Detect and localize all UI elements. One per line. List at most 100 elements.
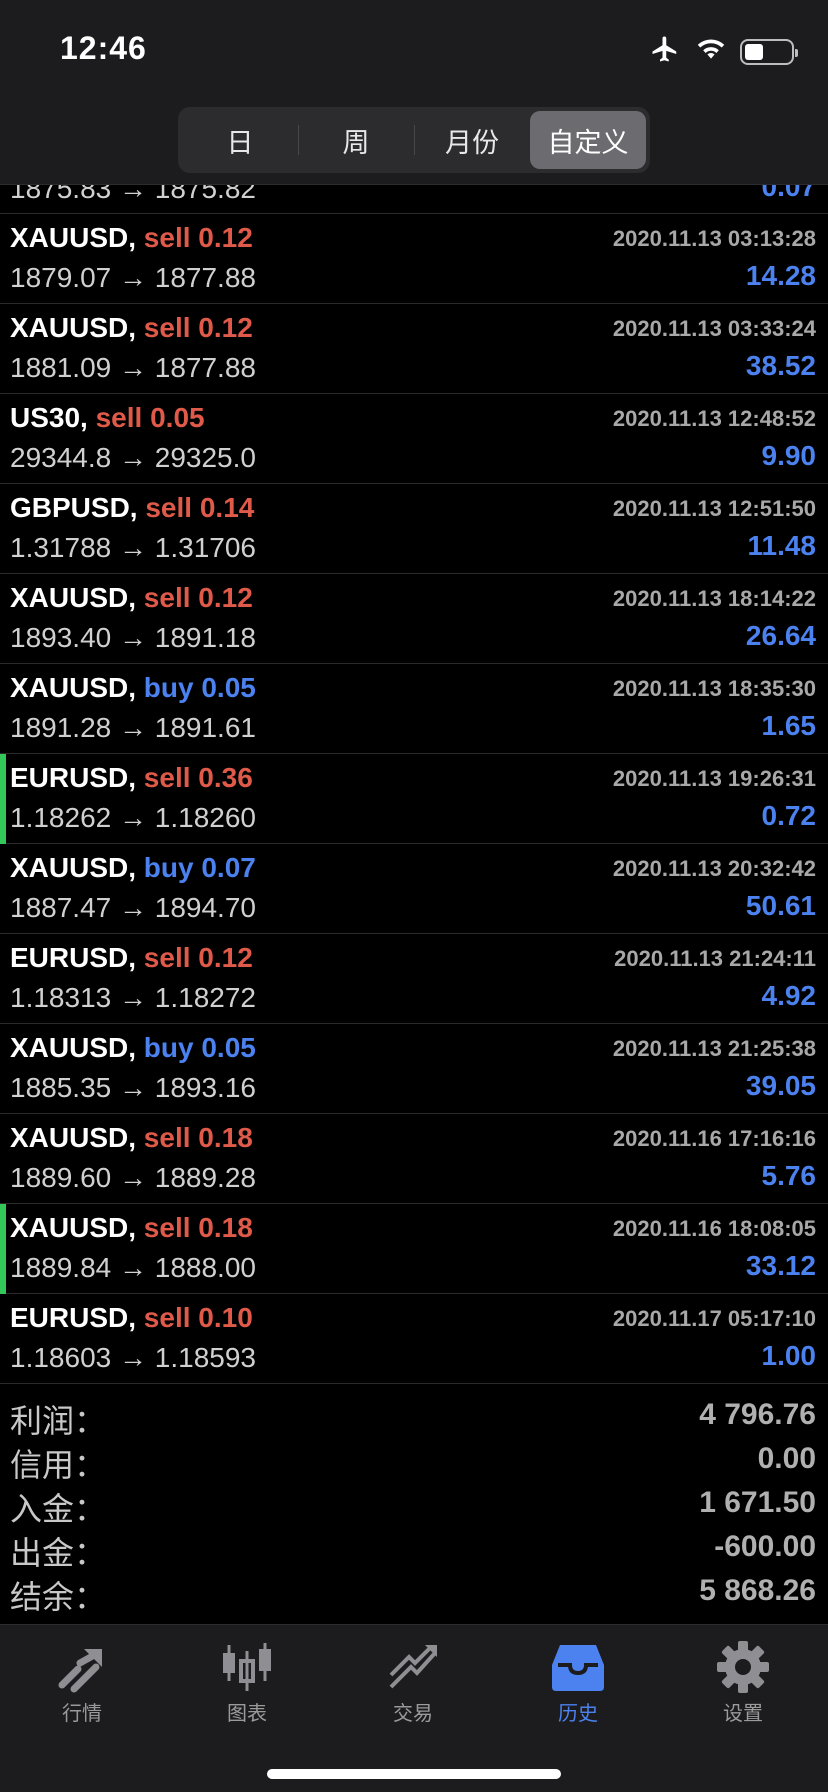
account-summary: 利润： 4 796.76 信用： 0.00 入金： 1 671.50 出金： -600.00 结… [0,1392,828,1615]
trade-symbol: XAUUSD, [10,672,137,703]
trade-prices: 29344.8 → 29325.0 [10,442,256,473]
trade-side: sell [143,222,191,253]
trade-title: XAUUSD, buy 0.05 [10,1032,256,1064]
trade-title: XAUUSD, sell 0.12 [10,582,253,614]
trade-profit: 50.61 [745,890,816,921]
summary-row: 信用： 0.00 [0,1436,828,1483]
trade-symbol: XAUUSD, [10,1212,137,1243]
trade-volume: 0.12 [198,222,253,253]
trade-side: sell [143,1122,191,1153]
trade-symbol: XAUUSD, [10,1122,137,1153]
trade-title: XAUUSD, buy 0.07 [10,852,256,884]
trade-profit: 0.72 [761,800,817,831]
trade-side: sell [95,402,143,433]
trade-datetime: 2020.11.13 19:26:31 [612,766,816,791]
trade-title: EURUSD, sell 0.10 [10,1302,253,1334]
trade-datetime: 2020.11.16 17:16:16 [612,1126,816,1151]
period-segment[interactable]: 月份 [414,111,530,169]
trade-profit: 39.05 [745,1070,816,1101]
trade-row[interactable]: XAUUSD, sell 0.18 2020.11.16 18:08:05 1889… [0,1204,828,1294]
trade-datetime: 2020.11.16 18:08:05 [612,1216,816,1241]
tab-label: 设置 [723,1703,763,1725]
trade-title: US30, sell 0.05 [10,402,205,434]
period-segment[interactable]: 日 [182,111,298,169]
trade-row[interactable]: XAUUSD, buy 0.05 2020.11.13 21:25:38 1885.… [0,1024,828,1114]
trade-symbol: XAUUSD, [10,582,137,613]
trade-symbol: EURUSD, [10,1302,137,1333]
trade-volume: 0.12 [198,312,253,343]
trade-symbol: EURUSD, [10,942,137,973]
tab-bar: 行情 图表 交易 历史 设置 [0,1624,828,1792]
trade-volume: 0.10 [198,1302,253,1333]
status-time: 12:46 [60,30,147,66]
period-segment[interactable]: 自定义 [530,111,646,169]
airplane-icon [648,34,682,69]
tab-label: 交易 [393,1703,433,1725]
trade-symbol: XAUUSD, [10,1032,137,1063]
period-segment[interactable]: 周 [298,111,414,169]
trade-profit: 1.65 [761,710,817,741]
trade-side: sell [143,762,191,793]
trade-row[interactable]: GBPUSD, sell 0.14 2020.11.13 12:51:50 1.31… [0,484,828,574]
trade-prices: 1889.84 → 1888.00 [10,1252,256,1283]
summary-value: 1 671.50 [699,1486,816,1519]
summary-value: 0.00 [757,1442,816,1475]
tab-trade[interactable]: 交易 [353,1641,473,1726]
trade-prices: 1.18262 → 1.18260 [10,802,256,833]
trade-prices: 1.18313 → 1.18272 [10,982,256,1013]
trade-list[interactable]: 1875.83 → 1875.82 0.07 XAUUSD, sell 0.12 20… [0,143,828,1384]
home-indicator[interactable] [267,1769,561,1779]
tab-quotes[interactable]: 行情 [22,1641,142,1726]
trade-profit: 33.12 [745,1250,816,1281]
trade-side: sell [143,942,191,973]
trade-row[interactable]: XAUUSD, sell 0.12 2020.11.13 03:33:24 1881… [0,304,828,394]
trade-title: XAUUSD, sell 0.12 [10,312,253,344]
trade-datetime: 2020.11.17 05:17:10 [612,1306,816,1331]
tab-chart[interactable]: 图表 [187,1641,307,1726]
trade-volume: 0.12 [198,582,253,613]
trade-marker [0,754,6,844]
trade-row[interactable]: EURUSD, sell 0.36 2020.11.13 19:26:31 1.18… [0,754,828,844]
trade-title: GBPUSD, sell 0.14 [10,492,254,524]
summary-row: 结余： 5 868.26 [0,1568,828,1615]
trade-profit: 9.90 [761,440,817,471]
status-icons [648,34,798,69]
trade-row[interactable]: EURUSD, sell 0.12 2020.11.13 21:24:11 1.18… [0,934,828,1024]
trade-row[interactable]: XAUUSD, sell 0.18 2020.11.16 17:16:16 1889… [0,1114,828,1204]
trade-datetime: 2020.11.13 21:24:11 [614,946,816,971]
trade-prices: 1893.40 → 1891.18 [10,622,256,653]
wifi-icon [696,37,726,66]
header: 12:46 日周月份 自定义 [0,0,828,185]
history-icon [552,1645,604,1691]
summary-row: 利润： 4 796.76 [0,1392,828,1439]
trade-volume: 0.05 [150,402,205,433]
trade-volume: 0.18 [198,1212,253,1243]
trade-profit: 26.64 [745,620,816,651]
tab-history[interactable]: 历史 [518,1641,638,1726]
period-selector[interactable]: 日周月份 自定义 [178,107,650,173]
trade-datetime: 2020.11.13 18:14:22 [612,586,816,611]
trade-title: EURUSD, sell 0.36 [10,762,253,794]
trade-title: XAUUSD, sell 0.12 [10,222,253,254]
summary-value: 4 796.76 [699,1398,816,1431]
trade-icon [389,1645,437,1689]
trade-row[interactable]: XAUUSD, sell 0.12 2020.11.13 18:14:22 1893… [0,574,828,664]
trade-datetime: 2020.11.13 18:35:30 [612,676,816,701]
trade-row[interactable]: XAUUSD, buy 0.05 2020.11.13 18:35:30 1891.… [0,664,828,754]
trade-side: buy [143,1032,194,1063]
trade-row[interactable]: XAUUSD, buy 0.07 2020.11.13 20:32:42 1887.… [0,844,828,934]
trade-profit: 38.52 [745,350,816,381]
trade-datetime: 2020.11.13 21:25:38 [612,1036,816,1061]
tab-settings[interactable]: 设置 [683,1641,803,1726]
trade-side: sell [145,492,193,523]
trade-side: sell [143,312,191,343]
trade-symbol: XAUUSD, [10,852,137,883]
trade-row[interactable]: US30, sell 0.05 2020.11.13 12:48:52 29344.… [0,394,828,484]
trade-profit: 11.48 [747,530,816,561]
trade-prices: 1881.09 → 1877.88 [10,352,256,383]
trade-row[interactable]: EURUSD, sell 0.10 2020.11.17 05:17:10 1.18… [0,1294,828,1384]
trade-volume: 0.36 [198,762,253,793]
battery-icon [740,38,798,65]
trade-row[interactable]: XAUUSD, sell 0.12 2020.11.13 03:13:28 1879… [0,214,828,304]
trade-title: XAUUSD, buy 0.05 [10,672,256,704]
